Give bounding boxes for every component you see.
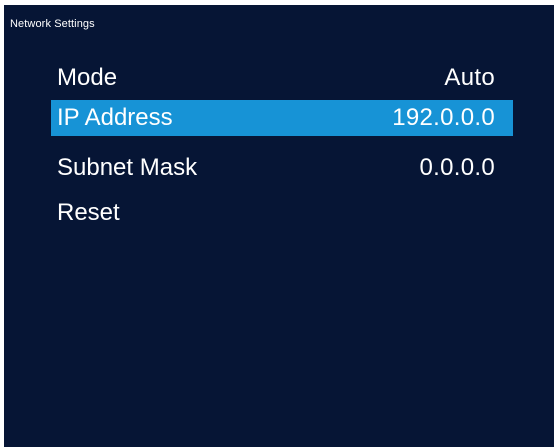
menu-item-reset[interactable]: Reset bbox=[51, 195, 513, 231]
reset-label: Reset bbox=[57, 199, 120, 226]
screen-title: Network Settings bbox=[10, 18, 95, 30]
subnet-mask-value: 0.0.0.0 bbox=[419, 154, 495, 181]
mode-label: Mode bbox=[57, 64, 118, 91]
ip-address-value: 192.0.0.0 bbox=[392, 104, 495, 131]
menu-item-mode[interactable]: Mode Auto bbox=[51, 60, 513, 96]
ip-address-label: IP Address bbox=[57, 104, 173, 131]
mode-value: Auto bbox=[444, 64, 495, 91]
menu-item-ip-address[interactable]: IP Address 192.0.0.0 bbox=[51, 100, 513, 136]
network-settings-screen: Network Settings Mode Auto IP Address 19… bbox=[4, 5, 554, 447]
menu-item-subnet-mask[interactable]: Subnet Mask 0.0.0.0 bbox=[51, 150, 513, 186]
subnet-mask-label: Subnet Mask bbox=[57, 154, 198, 181]
